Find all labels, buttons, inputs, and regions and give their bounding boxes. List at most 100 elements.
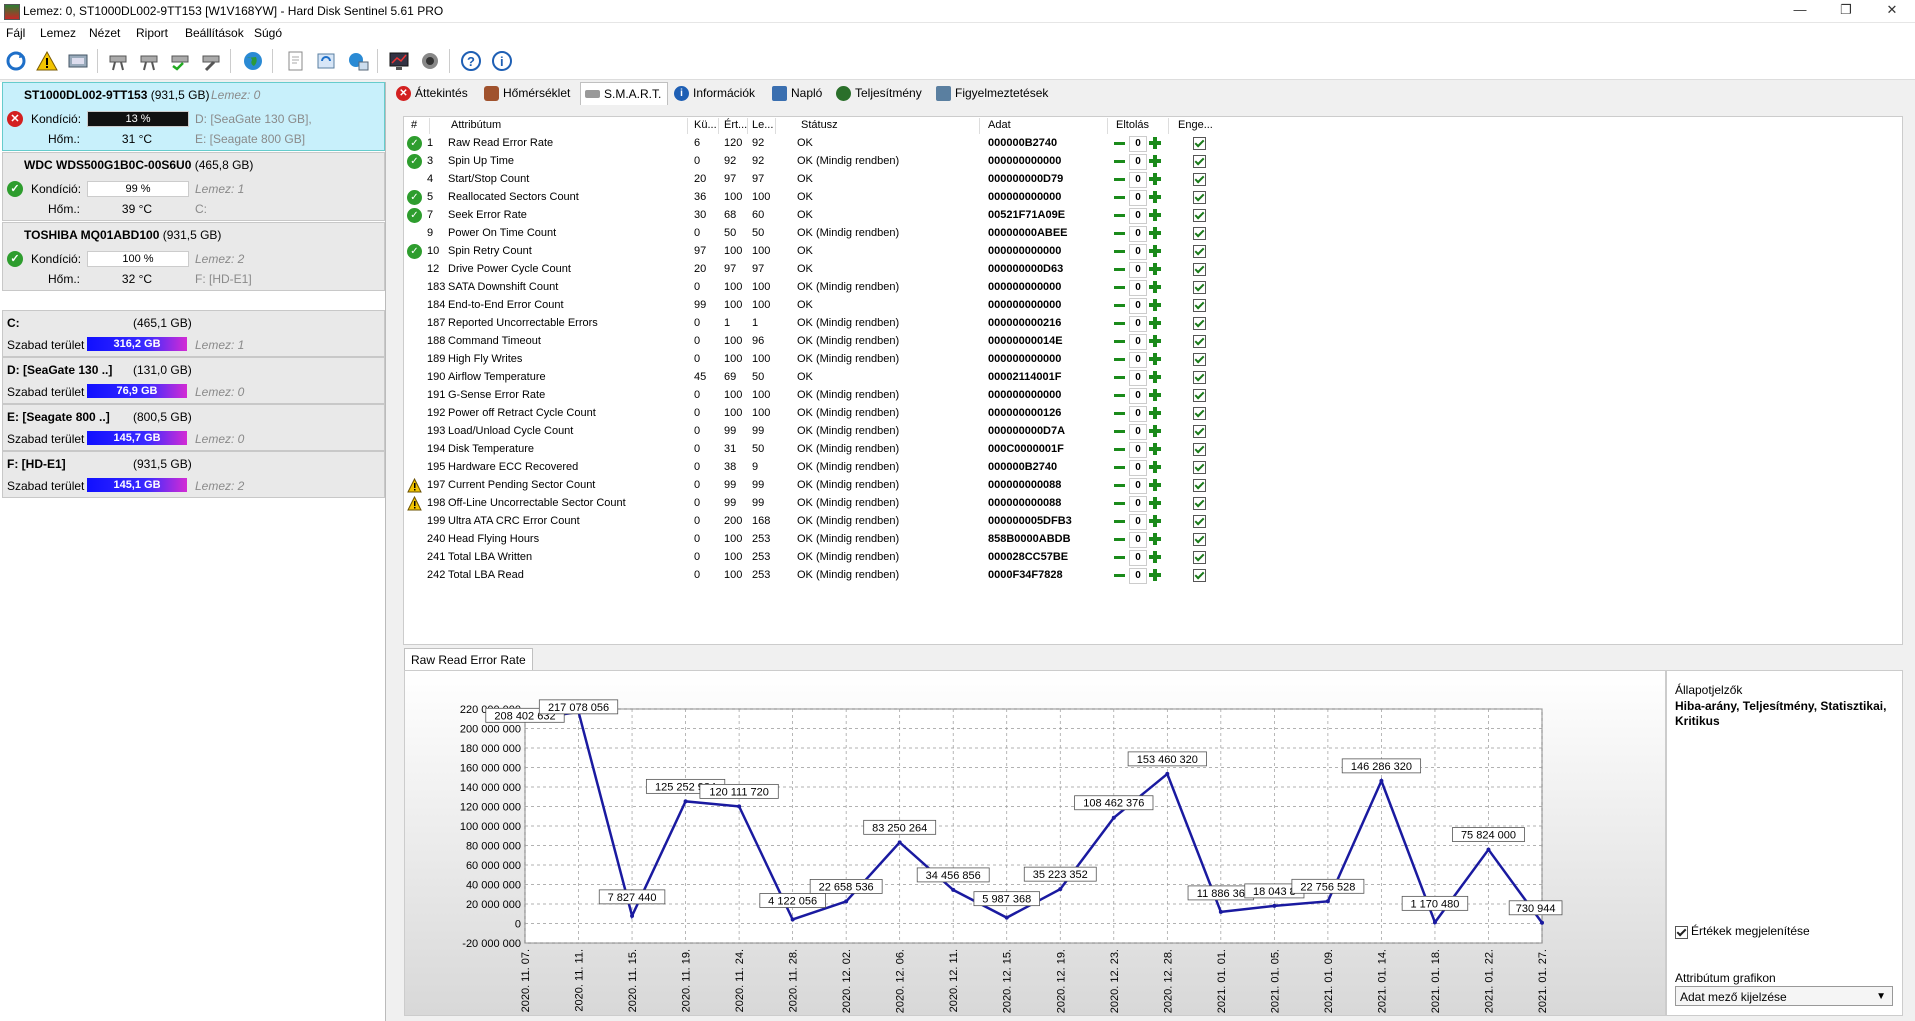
- volume-item-c[interactable]: C: (465,1 GB) Szabad terület 316,2 GB Le…: [2, 310, 385, 357]
- close-button[interactable]: ✕: [1869, 0, 1915, 22]
- enable-checkbox[interactable]: [1193, 209, 1206, 222]
- plus-icon[interactable]: [1149, 209, 1161, 221]
- offset-value[interactable]: 0: [1129, 514, 1147, 530]
- table-row[interactable]: 9 Power On Time Count 0 50 50 OK (Mindig rend…: [404, 225, 1224, 243]
- plus-icon[interactable]: [1149, 335, 1161, 347]
- minus-icon[interactable]: [1114, 358, 1125, 361]
- table-row[interactable]: ✓ 1 Raw Read Error Rate 6 120 92 OK 000000B2740…: [404, 135, 1224, 153]
- offset-value[interactable]: 0: [1129, 280, 1147, 296]
- plus-icon[interactable]: [1149, 533, 1161, 545]
- table-row[interactable]: 187 Reported Uncorrectable Errors 0 1 1 OK (M…: [404, 315, 1224, 333]
- menu-help[interactable]: Súgó: [254, 26, 282, 40]
- enable-checkbox[interactable]: [1193, 443, 1206, 456]
- table-row[interactable]: 12 Drive Power Cycle Count 20 97 97 OK 0000000…: [404, 261, 1224, 279]
- offset-value[interactable]: 0: [1129, 496, 1147, 512]
- table-row[interactable]: 191 G-Sense Error Rate 0 100 100 OK (Mindig r…: [404, 387, 1224, 405]
- offset-value[interactable]: 0: [1129, 298, 1147, 314]
- plus-icon[interactable]: [1149, 389, 1161, 401]
- plus-icon[interactable]: [1149, 443, 1161, 455]
- table-row[interactable]: 184 End-to-End Error Count 99 100 100 OK 00000…: [404, 297, 1224, 315]
- show-values-checkbox[interactable]: [1675, 926, 1688, 939]
- col-threshold[interactable]: Kü...: [694, 119, 717, 131]
- plus-icon[interactable]: [1149, 317, 1161, 329]
- disk-test-icon[interactable]: [105, 48, 131, 74]
- minus-icon[interactable]: [1114, 466, 1125, 469]
- plus-icon[interactable]: [1149, 155, 1161, 167]
- offset-value[interactable]: 0: [1129, 172, 1147, 188]
- offset-value[interactable]: 0: [1129, 442, 1147, 458]
- menu-report[interactable]: Riport: [136, 26, 168, 40]
- enable-checkbox[interactable]: [1193, 407, 1206, 420]
- enable-checkbox[interactable]: [1193, 335, 1206, 348]
- table-row[interactable]: 242 Total LBA Read 0 100 253 OK (Mindig rendb…: [404, 567, 1224, 585]
- table-row[interactable]: 190 Airflow Temperature 45 69 50 OK 0000211400…: [404, 369, 1224, 387]
- enable-checkbox[interactable]: [1193, 245, 1206, 258]
- table-row[interactable]: 189 High Fly Writes 0 100 100 OK (Mindig rend…: [404, 351, 1224, 369]
- enable-checkbox[interactable]: [1193, 299, 1206, 312]
- plus-icon[interactable]: [1149, 281, 1161, 293]
- minus-icon[interactable]: [1114, 394, 1125, 397]
- monitor-icon[interactable]: [386, 48, 412, 74]
- table-row[interactable]: 4 Start/Stop Count 20 97 97 OK 000000000D79 0: [404, 171, 1224, 189]
- tab-info[interactable]: i Információk: [670, 82, 761, 104]
- offset-value[interactable]: 0: [1129, 568, 1147, 584]
- plus-icon[interactable]: [1149, 227, 1161, 239]
- minus-icon[interactable]: [1114, 286, 1125, 289]
- table-row[interactable]: 195 Hardware ECC Recovered 0 38 9 OK (Mindig …: [404, 459, 1224, 477]
- plus-icon[interactable]: [1149, 425, 1161, 437]
- table-row[interactable]: ✓ 10 Spin Retry Count 97 100 100 OK 00000000000…: [404, 243, 1224, 261]
- minus-icon[interactable]: [1114, 142, 1125, 145]
- offset-value[interactable]: 0: [1129, 190, 1147, 206]
- minus-icon[interactable]: [1114, 520, 1125, 523]
- table-row[interactable]: 240 Head Flying Hours 0 100 253 OK (Mindig re…: [404, 531, 1224, 549]
- disk-item-1[interactable]: WDC WDS500G1B0C-00S6U0 (465,8 GB) ✓ Kond…: [2, 152, 385, 221]
- offset-value[interactable]: 0: [1129, 244, 1147, 260]
- col-attribute[interactable]: Attribútum: [451, 119, 501, 131]
- table-row[interactable]: 199 Ultra ATA CRC Error Count 0 200 168 OK (M…: [404, 513, 1224, 531]
- menu-file[interactable]: Fájl: [6, 26, 25, 40]
- enable-checkbox[interactable]: [1193, 371, 1206, 384]
- col-offset[interactable]: Eltolás: [1116, 119, 1149, 131]
- offset-value[interactable]: 0: [1129, 136, 1147, 152]
- plus-icon[interactable]: [1149, 371, 1161, 383]
- offset-value[interactable]: 0: [1129, 226, 1147, 242]
- disk-test2-icon[interactable]: [136, 48, 162, 74]
- minus-icon[interactable]: [1114, 160, 1125, 163]
- attr-graph-select[interactable]: Adat mező kijelzése ▼: [1675, 986, 1893, 1006]
- offset-value[interactable]: 0: [1129, 334, 1147, 350]
- tab-performance[interactable]: Teljesítmény: [832, 82, 928, 104]
- enable-checkbox[interactable]: [1193, 227, 1206, 240]
- col-status[interactable]: Státusz: [801, 119, 838, 131]
- maximize-button[interactable]: ❐: [1823, 0, 1869, 22]
- report-icon[interactable]: [282, 48, 308, 74]
- minus-icon[interactable]: [1114, 412, 1125, 415]
- plus-icon[interactable]: [1149, 515, 1161, 527]
- minus-icon[interactable]: [1114, 268, 1125, 271]
- plus-icon[interactable]: [1149, 479, 1161, 491]
- plus-icon[interactable]: [1149, 407, 1161, 419]
- minus-icon[interactable]: [1114, 178, 1125, 181]
- minus-icon[interactable]: [1114, 556, 1125, 559]
- plus-icon[interactable]: [1149, 461, 1161, 473]
- offset-value[interactable]: 0: [1129, 352, 1147, 368]
- enable-checkbox[interactable]: [1193, 191, 1206, 204]
- enable-checkbox[interactable]: [1193, 173, 1206, 186]
- offset-value[interactable]: 0: [1129, 262, 1147, 278]
- tab-alerts[interactable]: Figyelmeztetések: [932, 82, 1054, 104]
- chart-tab[interactable]: Raw Read Error Rate: [404, 648, 533, 671]
- menu-settings[interactable]: Beállítások: [185, 26, 244, 40]
- enable-checkbox[interactable]: [1193, 569, 1206, 582]
- col-enable[interactable]: Enge...: [1178, 119, 1213, 131]
- tab-overview[interactable]: ✕ Áttekintés: [392, 82, 474, 104]
- minus-icon[interactable]: [1114, 376, 1125, 379]
- minus-icon[interactable]: [1114, 502, 1125, 505]
- enable-checkbox[interactable]: [1193, 425, 1206, 438]
- offset-value[interactable]: 0: [1129, 388, 1147, 404]
- table-row[interactable]: ✓ 5 Reallocated Sectors Count 36 100 100 OK 000…: [404, 189, 1224, 207]
- enable-checkbox[interactable]: [1193, 461, 1206, 474]
- plus-icon[interactable]: [1149, 191, 1161, 203]
- minus-icon[interactable]: [1114, 232, 1125, 235]
- plus-icon[interactable]: [1149, 245, 1161, 257]
- table-row[interactable]: 194 Disk Temperature 0 31 50 OK (Mindig rendb…: [404, 441, 1224, 459]
- enable-checkbox[interactable]: [1193, 155, 1206, 168]
